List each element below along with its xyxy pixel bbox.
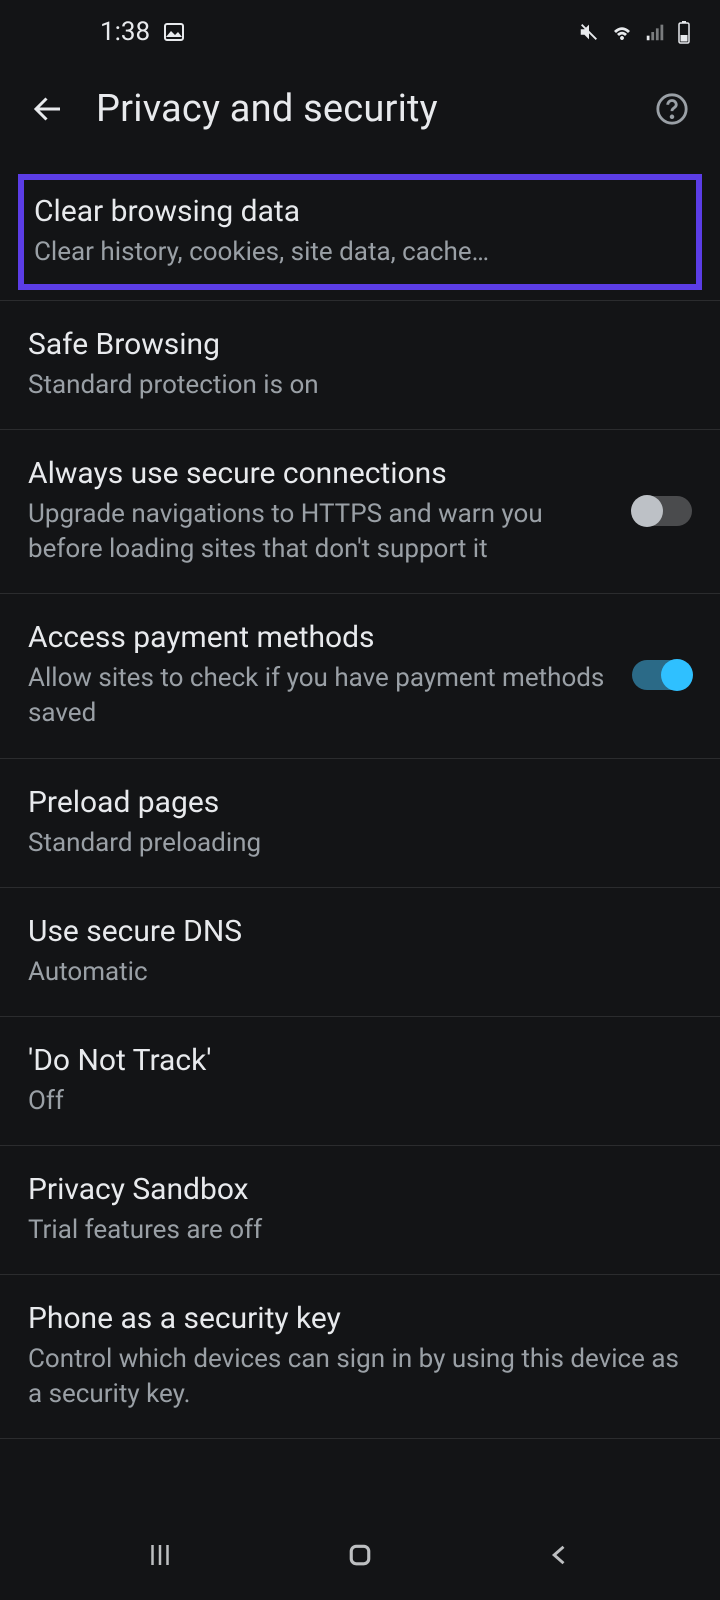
setting-text: Phone as a security key Control which de… (28, 1299, 692, 1412)
setting-text: Preload pages Standard preloading (28, 783, 692, 861)
setting-text: Clear browsing data Clear history, cooki… (34, 192, 686, 270)
app-bar: Privacy and security (0, 64, 720, 154)
setting-title: Access payment methods (28, 618, 612, 657)
setting-phone-security-key[interactable]: Phone as a security key Control which de… (0, 1275, 720, 1439)
setting-title: Privacy Sandbox (28, 1170, 692, 1209)
toggle-payment-methods[interactable] (632, 660, 692, 690)
signal-icon (644, 21, 666, 43)
toggle-knob (631, 495, 663, 527)
setting-subtitle: Allow sites to check if you have payment… (28, 661, 612, 731)
setting-secure-dns[interactable]: Use secure DNS Automatic (0, 888, 720, 1017)
setting-title: Use secure DNS (28, 912, 692, 951)
setting-payment-methods[interactable]: Access payment methods Allow sites to ch… (0, 594, 720, 758)
status-left: 1:38 (100, 17, 186, 47)
setting-secure-connections[interactable]: Always use secure connections Upgrade na… (0, 430, 720, 594)
page-title: Privacy and security (96, 87, 624, 131)
mute-icon (578, 21, 600, 43)
toggle-knob (661, 659, 693, 691)
setting-subtitle: Automatic (28, 955, 692, 990)
setting-text: Use secure DNS Automatic (28, 912, 692, 990)
nav-back-button[interactable] (520, 1525, 600, 1585)
setting-text: Safe Browsing Standard protection is on (28, 325, 692, 403)
home-button[interactable] (320, 1525, 400, 1585)
highlight-box: Clear browsing data Clear history, cooki… (18, 174, 702, 290)
setting-text: 'Do Not Track' Off (28, 1041, 692, 1119)
setting-subtitle: Off (28, 1084, 692, 1119)
setting-text: Access payment methods Allow sites to ch… (28, 618, 612, 731)
setting-safe-browsing[interactable]: Safe Browsing Standard protection is on (0, 301, 720, 430)
home-icon (345, 1540, 375, 1570)
setting-subtitle: Standard protection is on (28, 368, 692, 403)
recents-icon (145, 1540, 175, 1570)
setting-title: Always use secure connections (28, 454, 612, 493)
toggle-secure-connections[interactable] (632, 496, 692, 526)
status-time: 1:38 (100, 17, 150, 47)
arrow-left-icon (30, 91, 66, 127)
setting-title: 'Do Not Track' (28, 1041, 692, 1080)
setting-text: Privacy Sandbox Trial features are off (28, 1170, 692, 1248)
setting-privacy-sandbox[interactable]: Privacy Sandbox Trial features are off (0, 1146, 720, 1275)
back-button[interactable] (24, 85, 72, 133)
status-bar: 1:38 (0, 0, 720, 64)
setting-do-not-track[interactable]: 'Do Not Track' Off (0, 1017, 720, 1146)
setting-subtitle: Clear history, cookies, site data, cache… (34, 235, 686, 270)
setting-subtitle: Upgrade navigations to HTTPS and warn yo… (28, 497, 612, 567)
setting-subtitle: Trial features are off (28, 1213, 692, 1248)
help-button[interactable] (648, 85, 696, 133)
battery-icon (676, 20, 692, 44)
setting-subtitle: Control which devices can sign in by usi… (28, 1342, 692, 1412)
setting-subtitle: Standard preloading (28, 826, 692, 861)
help-icon (655, 92, 689, 126)
setting-title: Phone as a security key (28, 1299, 692, 1338)
chevron-left-icon (546, 1541, 574, 1569)
setting-text: Always use secure connections Upgrade na… (28, 454, 612, 567)
setting-preload-pages[interactable]: Preload pages Standard preloading (0, 759, 720, 888)
setting-title: Safe Browsing (28, 325, 692, 364)
settings-list: Clear browsing data Clear history, cooki… (0, 154, 720, 1439)
setting-title: Preload pages (28, 783, 692, 822)
setting-title: Clear browsing data (34, 192, 686, 231)
wifi-icon (610, 20, 634, 44)
recents-button[interactable] (120, 1525, 200, 1585)
setting-clear-browsing-data[interactable]: Clear browsing data Clear history, cooki… (24, 184, 696, 278)
nav-bar (0, 1510, 720, 1600)
status-right (578, 20, 692, 44)
picture-icon (162, 20, 186, 44)
